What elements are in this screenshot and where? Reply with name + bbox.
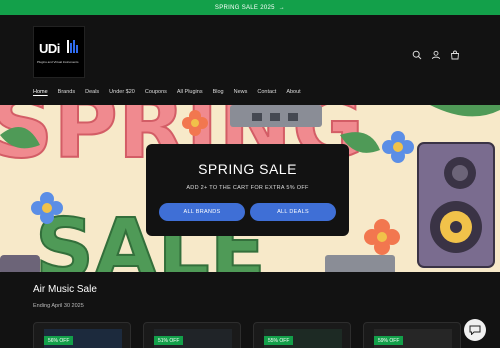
logo-mark: UDi [39,41,60,56]
site-header: UDi Plugins and Virtual Instruments Home… [0,15,500,105]
discount-badge: 59% OFF [374,336,404,345]
chat-icon [469,325,481,335]
arrow-right-icon: → [278,4,286,11]
site-logo[interactable]: UDi Plugins and Virtual Instruments [33,26,85,78]
nav-blog[interactable]: Blog [213,89,224,95]
nav-brands[interactable]: Brands [58,89,75,95]
nav-deals[interactable]: Deals [85,89,99,95]
header-icons [412,47,460,60]
discount-badge: 51% OFF [154,336,184,345]
nav-news[interactable]: News [234,89,248,95]
product-card[interactable]: 59% OFF [363,322,461,348]
nav-all-plugins[interactable]: All Plugins [177,89,203,95]
search-icon[interactable] [412,47,422,60]
account-icon[interactable] [431,47,441,60]
logo-tagline: Plugins and Virtual Instruments [37,60,79,64]
modal-subtitle: ADD 2+ TO THE CART FOR EXTRA 5% OFF [186,185,309,191]
nav-about[interactable]: About [286,89,300,95]
section-title: Air Music Sale [33,284,97,295]
announcement-bar[interactable]: SPRING SALE 2025 → [0,0,500,15]
nav-home[interactable]: Home [33,89,48,95]
announcement-text[interactable]: SPRING SALE 2025 [215,5,275,11]
product-card[interactable]: 51% OFF [143,322,241,348]
nav-under-20[interactable]: Under $20 [109,89,135,95]
cart-icon[interactable] [450,47,460,60]
discount-badge: 55% OFF [264,336,294,345]
nav-contact[interactable]: Contact [257,89,276,95]
chat-button[interactable] [464,319,486,341]
modal-title: SPRING SALE [198,161,297,177]
product-card[interactable]: 55% OFF [253,322,351,348]
sale-modal: SPRING SALE ADD 2+ TO THE CART FOR EXTRA… [146,144,349,236]
product-card[interactable]: 56% OFF [33,322,131,348]
all-brands-button[interactable]: ALL BRANDS [159,203,245,221]
featured-sale-section: Air Music Sale Ending April 30 2025 56% … [0,272,500,348]
logo-bars-icon [67,40,81,53]
nav-coupons[interactable]: Coupons [145,89,167,95]
discount-badge: 56% OFF [44,336,74,345]
main-nav: Home Brands Deals Under $20 Coupons All … [33,89,301,95]
section-subtitle: Ending April 30 2025 [33,303,84,309]
all-deals-button[interactable]: ALL DEALS [250,203,336,221]
